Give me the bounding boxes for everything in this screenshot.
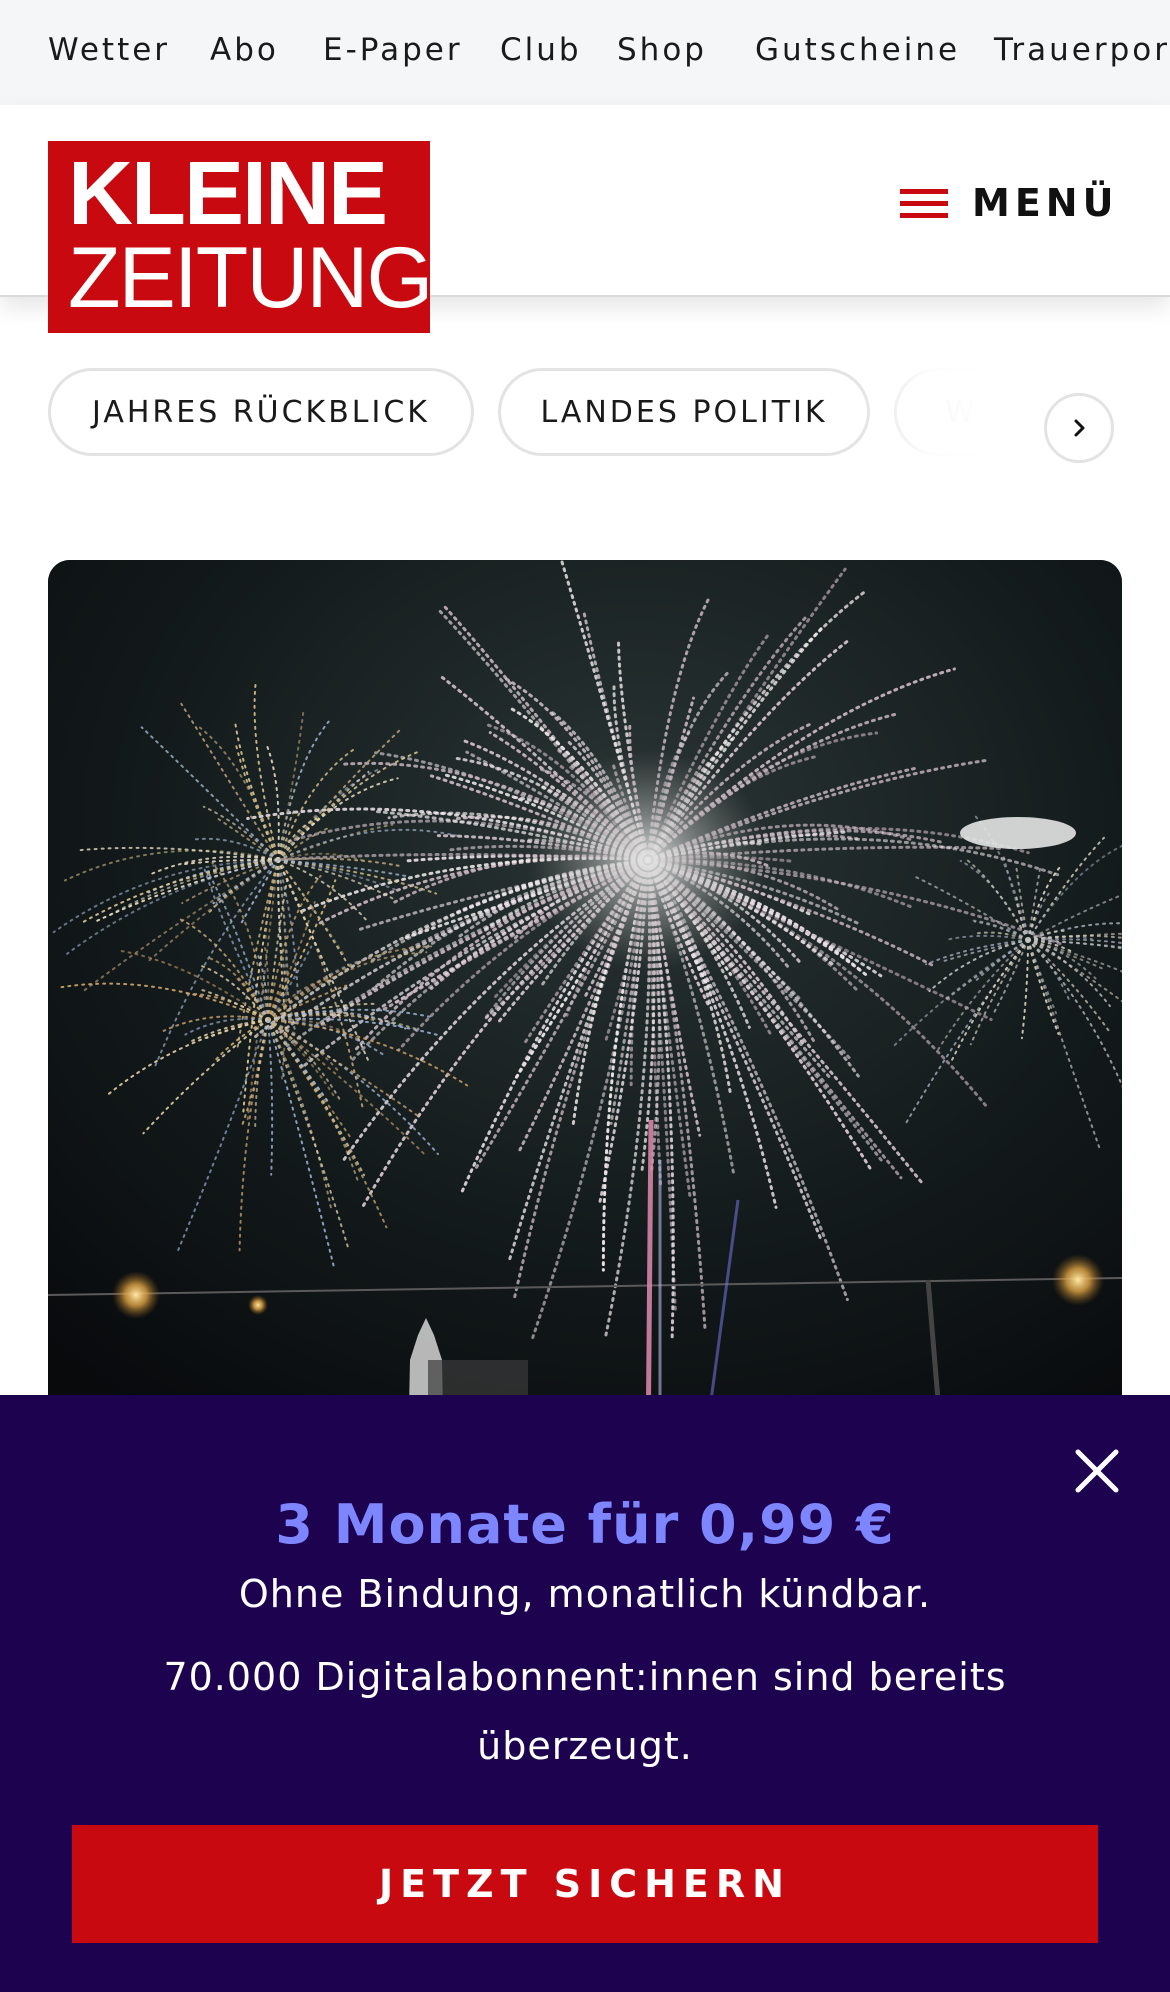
nav-link-abo[interactable]: Abo: [210, 32, 279, 68]
nav-link-trauerportal[interactable]: Trauerportal: [994, 32, 1170, 68]
nav-link-gutscheine[interactable]: Gutscheine: [755, 32, 960, 68]
chip-bar-fade: [860, 368, 1170, 462]
nav-link-epaper[interactable]: E-Paper: [323, 32, 463, 68]
offer-body: 70.000 Digitalabonnent:innen sind bereit…: [163, 1655, 1007, 1768]
menu-label: MENÜ: [972, 181, 1119, 225]
hero-image[interactable]: [48, 560, 1122, 1460]
subscribe-cta-button[interactable]: JETZT SICHERN: [72, 1825, 1098, 1943]
nav-link-wetter[interactable]: Wetter: [48, 32, 170, 68]
nav-link-club[interactable]: Club: [500, 32, 582, 68]
menu-button[interactable]: MENÜ: [900, 165, 1120, 241]
chevron-right-icon[interactable]: [1044, 393, 1114, 463]
hamburger-icon: [900, 185, 948, 221]
service-nav: Wetter Abo E-Paper Club Shop Gutscheine …: [0, 0, 1170, 105]
logo-line-1: KLEINE: [68, 144, 388, 244]
fireworks-image: [48, 560, 1122, 1460]
offer-subline: Ohne Bindung, monatlich kündbar.: [238, 1572, 932, 1616]
offer-headline: 3 Monate für 0,99 €: [275, 1493, 895, 1556]
chip-landespolitik[interactable]: LANDES POLITIK: [498, 368, 870, 456]
site-logo[interactable]: KLEINE ZEITUNG: [48, 141, 433, 333]
logo-line-2: ZEITUNG: [68, 230, 433, 326]
nav-link-shop[interactable]: Shop: [617, 32, 707, 68]
category-chip-bar: JAHRES RÜCKBLICK LANDES POLITIK WE: [0, 368, 1170, 462]
chip-jahresrueckblick[interactable]: JAHRES RÜCKBLICK: [48, 368, 474, 456]
close-icon[interactable]: [1072, 1446, 1122, 1496]
